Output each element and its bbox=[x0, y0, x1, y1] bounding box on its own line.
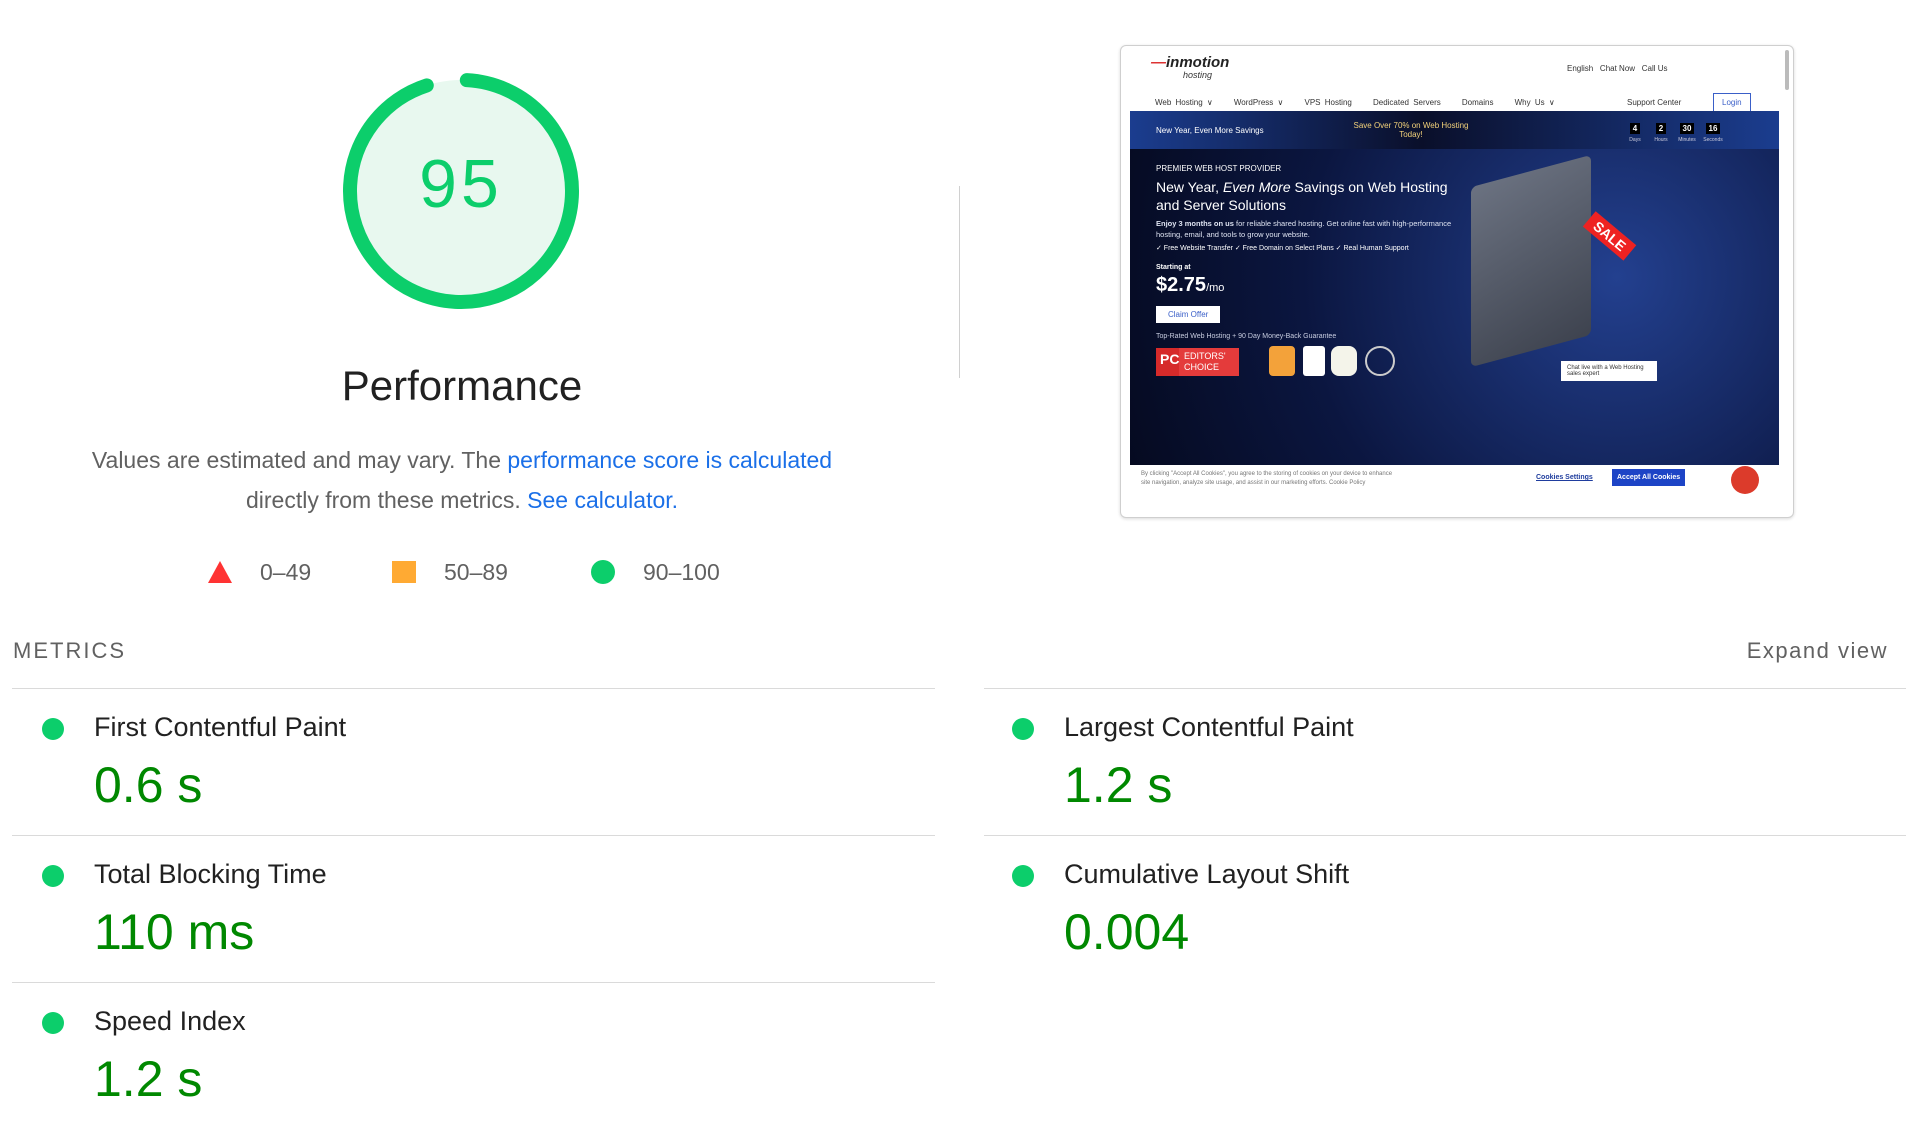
legend-pass: 90–100 bbox=[591, 559, 720, 586]
cookie-settings: Cookies Settings bbox=[1536, 474, 1593, 481]
metric-title: Speed Index bbox=[94, 1006, 246, 1036]
cookie-text: By clicking "Accept All Cookies", you ag… bbox=[1141, 471, 1393, 486]
banner-left: New Year, Even More Savings bbox=[1156, 126, 1264, 135]
top-links: English Chat Now Call Us bbox=[1567, 64, 1668, 73]
legend-fail: 0–49 bbox=[208, 559, 311, 586]
metric-title: Largest Contentful Paint bbox=[1064, 712, 1354, 742]
site-logo-sub: hosting bbox=[1183, 70, 1213, 80]
legend-average: 50–89 bbox=[392, 559, 508, 586]
chat-bubble-icon bbox=[1731, 466, 1759, 494]
login-button: Login bbox=[1713, 93, 1751, 112]
metric-value: 0.6 s bbox=[94, 757, 203, 813]
divider bbox=[984, 835, 1906, 836]
hero-checks: ✓ Free Website Transfer ✓ Free Domain on… bbox=[1156, 245, 1409, 252]
countdown-seconds: 16 Seconds bbox=[1703, 123, 1723, 143]
circle-icon bbox=[591, 560, 615, 584]
vertical-divider bbox=[959, 186, 960, 378]
starting-at: Starting at bbox=[1156, 264, 1191, 271]
scrollbar bbox=[1785, 50, 1789, 90]
countdown-days: 4 Days bbox=[1629, 123, 1641, 143]
score-description: Values are estimated and may vary. The p… bbox=[40, 440, 884, 520]
support-center: Support Center bbox=[1627, 98, 1682, 107]
countdown-minutes: 30 Minutes bbox=[1678, 123, 1696, 143]
desc-text: Values are estimated and may vary. The bbox=[91, 447, 508, 473]
countdown-hours: 2 Hours bbox=[1654, 123, 1668, 143]
divider bbox=[12, 835, 935, 836]
chat-popup: Chat live with a Web Hosting sales exper… bbox=[1561, 361, 1657, 381]
final-screenshot-thumbnail[interactable]: —inmotion hosting English Chat Now Call … bbox=[1120, 45, 1794, 518]
hero-headline: New Year, Even More Savings on Web Hosti… bbox=[1156, 179, 1448, 213]
banner-mid: Save Over 70% on Web Hosting Today! bbox=[1353, 121, 1469, 139]
legend-label: 0–49 bbox=[260, 559, 312, 585]
metric-title: First Contentful Paint bbox=[94, 712, 347, 742]
pass-circle-icon bbox=[42, 1012, 64, 1034]
pass-circle-icon bbox=[1012, 865, 1034, 887]
claim-offer-button: Claim Offer bbox=[1156, 306, 1221, 323]
metric-value: 1.2 s bbox=[94, 1051, 203, 1107]
cookie-accept: Accept All Cookies bbox=[1612, 469, 1686, 486]
metrics-header: METRICS bbox=[13, 638, 126, 663]
site-logo: —inmotion bbox=[1151, 54, 1230, 71]
expand-view-toggle[interactable]: Expand view bbox=[1747, 638, 1888, 664]
pass-circle-icon bbox=[42, 865, 64, 887]
divider bbox=[12, 982, 935, 983]
guarantee: Top-Rated Web Hosting + 90 Day Money-Bac… bbox=[1156, 333, 1337, 340]
metric-value: 110 ms bbox=[94, 904, 255, 960]
price: $2.75/mo bbox=[1156, 274, 1225, 296]
desc-text-2: directly from these metrics. bbox=[245, 487, 528, 513]
site-nav: Web Hosting ∨ WordPress ∨ VPS Hosting De… bbox=[1155, 98, 1555, 107]
triangle-icon bbox=[208, 561, 232, 583]
metric-title: Cumulative Layout Shift bbox=[1064, 859, 1350, 889]
metric-value: 1.2 s bbox=[1064, 757, 1173, 813]
editors-choice-badge: EDITORS' CHOICE bbox=[1179, 348, 1239, 376]
see-calculator-link[interactable]: See calculator. bbox=[527, 487, 678, 513]
metric-title: Total Blocking Time bbox=[94, 859, 327, 889]
metric-value: 0.004 bbox=[1064, 904, 1190, 960]
divider bbox=[984, 688, 1906, 689]
legend-label: 90–100 bbox=[643, 559, 720, 585]
pass-circle-icon bbox=[42, 718, 64, 740]
hero-eyebrow: PREMIER WEB HOST PROVIDER bbox=[1156, 164, 1282, 173]
score-value: 95 bbox=[419, 146, 503, 222]
divider bbox=[12, 688, 935, 689]
pass-circle-icon bbox=[1012, 718, 1034, 740]
score-calculated-link[interactable]: performance score is calculated bbox=[507, 447, 832, 473]
category-title: Performance bbox=[341, 362, 583, 409]
square-icon bbox=[392, 561, 416, 583]
hero-sub: Enjoy 3 months on us for reliable shared… bbox=[1156, 219, 1452, 239]
legend-label: 50–89 bbox=[444, 559, 508, 585]
